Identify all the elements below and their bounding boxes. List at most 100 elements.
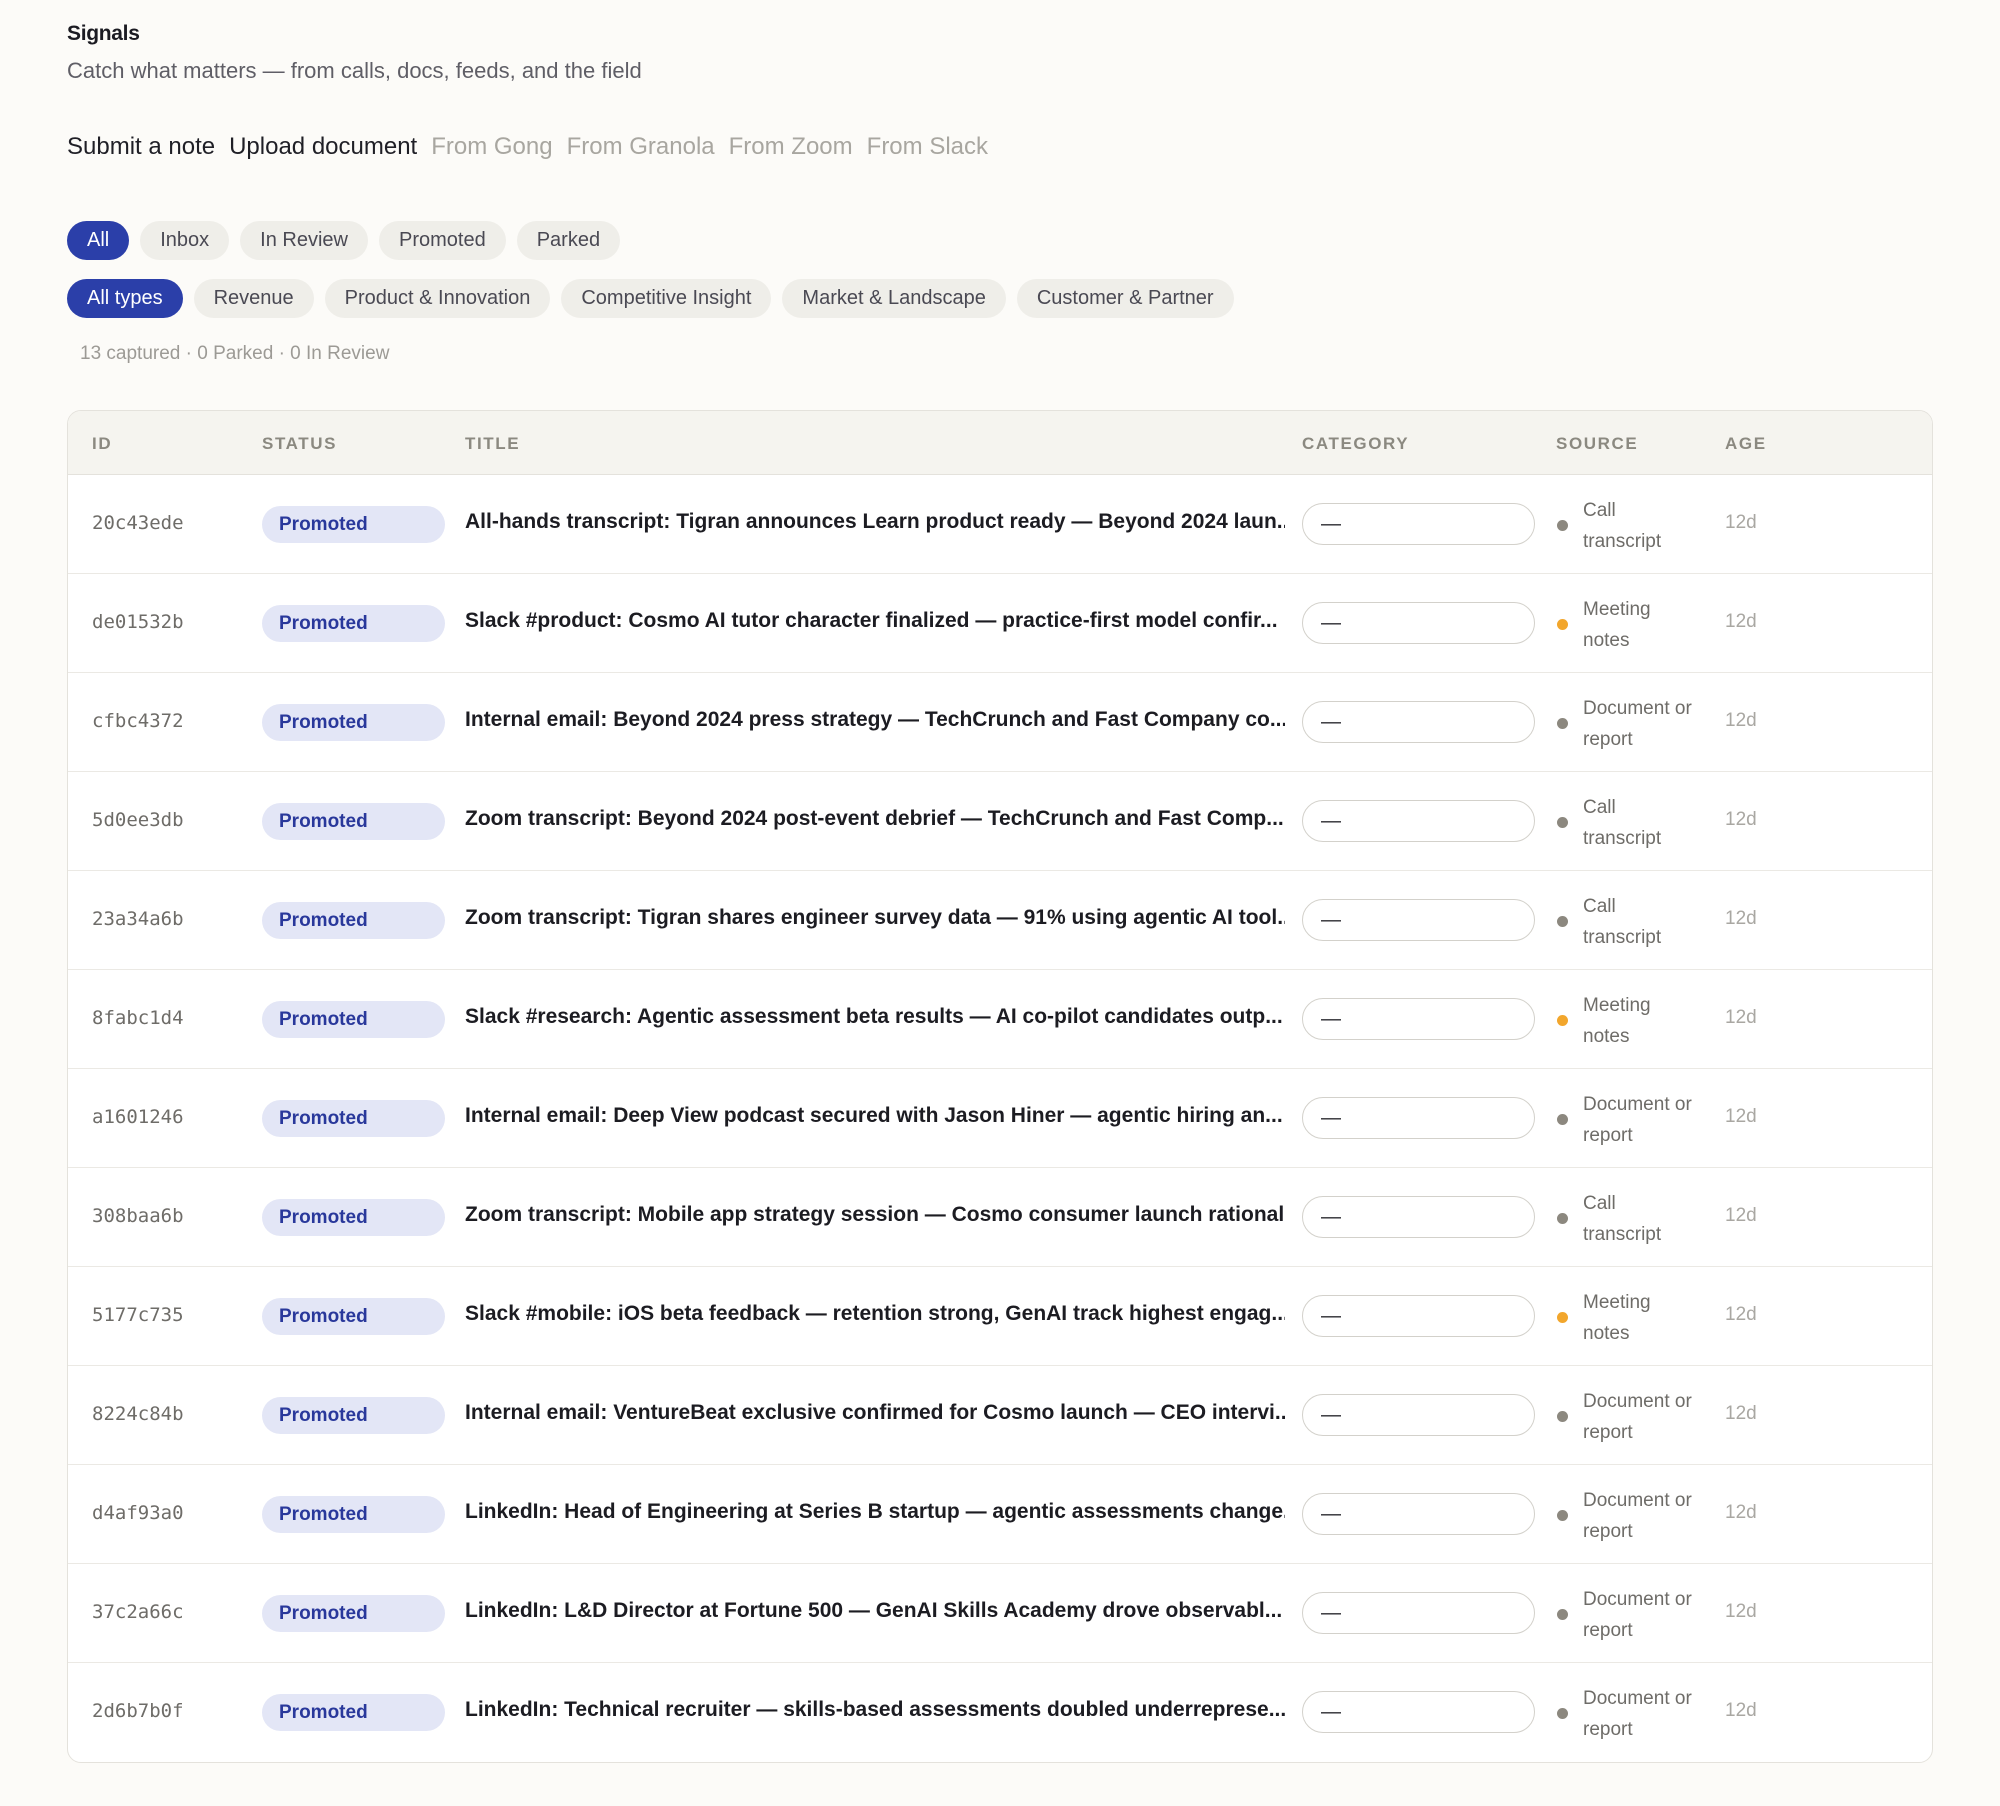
filter-type-competitive-insight[interactable]: Competitive Insight xyxy=(561,279,772,318)
status-badge: Promoted xyxy=(262,704,445,741)
signal-age: 12d xyxy=(1725,1304,1757,1325)
table-body: 20c43ede Promoted All-hands transcript: … xyxy=(68,475,1932,1762)
source-dot-icon xyxy=(1557,1609,1568,1620)
signal-title[interactable]: Slack #research: Agentic assessment beta… xyxy=(465,1005,1285,1029)
filter-status-inbox[interactable]: Inbox xyxy=(140,221,230,260)
signal-counts: 13 captured · 0 Parked · 0 In Review xyxy=(80,343,390,364)
category-select[interactable]: — xyxy=(1302,1394,1535,1436)
source-line-2: notes xyxy=(1583,1026,1630,1047)
from-slack-button[interactable]: From Slack xyxy=(867,133,988,161)
column-header-age[interactable]: AGE xyxy=(1725,434,1767,454)
from-zoom-button[interactable]: From Zoom xyxy=(729,133,853,161)
signal-age: 12d xyxy=(1725,1205,1757,1226)
signal-title[interactable]: Internal email: Beyond 2024 press strate… xyxy=(465,708,1285,732)
source-line-2: report xyxy=(1583,729,1633,750)
signal-title[interactable]: Zoom transcript: Beyond 2024 post-event … xyxy=(465,807,1285,831)
filter-type-market-landscape[interactable]: Market & Landscape xyxy=(782,279,1006,318)
submit-note-button[interactable]: Submit a note xyxy=(67,133,215,161)
source-line-2: notes xyxy=(1583,1323,1630,1344)
category-select[interactable]: — xyxy=(1302,800,1535,842)
source-line-1: Document or xyxy=(1583,698,1692,719)
signal-title[interactable]: Zoom transcript: Mobile app strategy ses… xyxy=(465,1203,1285,1227)
signal-title[interactable]: LinkedIn: L&D Director at Fortune 500 — … xyxy=(465,1599,1285,1623)
table-row[interactable]: a1601246 Promoted Internal email: Deep V… xyxy=(68,1069,1932,1168)
source-line-2: transcript xyxy=(1583,828,1662,849)
table-row[interactable]: 5d0ee3db Promoted Zoom transcript: Beyon… xyxy=(68,772,1932,871)
signal-title[interactable]: Internal email: VentureBeat exclusive co… xyxy=(465,1401,1285,1425)
column-header-title[interactable]: TITLE xyxy=(465,434,520,454)
category-select[interactable]: — xyxy=(1302,1097,1535,1139)
filter-type-all[interactable]: All types xyxy=(67,279,183,318)
source-label: Call transcript xyxy=(1583,495,1713,557)
source-label: Meeting notes xyxy=(1583,990,1713,1052)
filter-status-promoted[interactable]: Promoted xyxy=(378,221,506,260)
table-row[interactable]: 5177c735 Promoted Slack #mobile: iOS bet… xyxy=(68,1267,1932,1366)
signal-title[interactable]: Slack #product: Cosmo AI tutor character… xyxy=(465,609,1285,633)
signal-title[interactable]: Slack #mobile: iOS beta feedback — reten… xyxy=(465,1302,1285,1326)
upload-document-button[interactable]: Upload document xyxy=(229,133,417,161)
source-label: Meeting notes xyxy=(1583,594,1713,656)
source-line-1: Document or xyxy=(1583,1688,1692,1709)
category-select[interactable]: — xyxy=(1302,998,1535,1040)
category-select[interactable]: — xyxy=(1302,1493,1535,1535)
table-row[interactable]: 23a34a6b Promoted Zoom transcript: Tigra… xyxy=(68,871,1932,970)
table-row[interactable]: 8fabc1d4 Promoted Slack #research: Agent… xyxy=(68,970,1932,1069)
table-row[interactable]: 37c2a66c Promoted LinkedIn: L&D Director… xyxy=(68,1564,1932,1663)
signals-table: ID STATUS TITLE CATEGORY SOURCE AGE 20c4… xyxy=(67,410,1933,1763)
table-row[interactable]: 20c43ede Promoted All-hands transcript: … xyxy=(68,475,1932,574)
signal-age: 12d xyxy=(1725,809,1757,830)
source-line-2: report xyxy=(1583,1125,1633,1146)
from-granola-button[interactable]: From Granola xyxy=(567,133,715,161)
status-badge: Promoted xyxy=(262,1100,445,1137)
source-line-1: Call xyxy=(1583,1193,1616,1214)
status-badge: Promoted xyxy=(262,1199,445,1236)
signal-title[interactable]: Internal email: Deep View podcast secure… xyxy=(465,1104,1285,1128)
table-row[interactable]: 308baa6b Promoted Zoom transcript: Mobil… xyxy=(68,1168,1932,1267)
column-header-category[interactable]: CATEGORY xyxy=(1302,434,1409,454)
source-label: Call transcript xyxy=(1583,891,1713,953)
signal-age: 12d xyxy=(1725,1403,1757,1424)
filter-type-revenue[interactable]: Revenue xyxy=(193,279,314,318)
column-header-status[interactable]: STATUS xyxy=(262,434,337,454)
status-badge: Promoted xyxy=(262,506,445,543)
source-dot-icon xyxy=(1557,1312,1568,1323)
signal-age: 12d xyxy=(1725,1700,1757,1721)
table-row[interactable]: cfbc4372 Promoted Internal email: Beyond… xyxy=(68,673,1932,772)
column-header-source[interactable]: SOURCE xyxy=(1556,434,1638,454)
source-dot-icon xyxy=(1557,817,1568,828)
status-badge: Promoted xyxy=(262,1397,445,1434)
table-header: ID STATUS TITLE CATEGORY SOURCE AGE xyxy=(68,411,1932,475)
signal-id: de01532b xyxy=(92,611,184,633)
signal-age: 12d xyxy=(1725,710,1757,731)
category-select[interactable]: — xyxy=(1302,701,1535,743)
source-label: Call transcript xyxy=(1583,1188,1713,1250)
signal-title[interactable]: LinkedIn: Technical recruiter — skills-b… xyxy=(465,1698,1285,1722)
signal-title[interactable]: LinkedIn: Head of Engineering at Series … xyxy=(465,1500,1285,1524)
category-select[interactable]: — xyxy=(1302,899,1535,941)
signal-age: 12d xyxy=(1725,611,1757,632)
filter-status-in-review[interactable]: In Review xyxy=(240,221,368,260)
category-select[interactable]: — xyxy=(1302,1295,1535,1337)
from-gong-button[interactable]: From Gong xyxy=(431,133,552,161)
signal-title[interactable]: Zoom transcript: Tigran shares engineer … xyxy=(465,906,1285,930)
column-header-id[interactable]: ID xyxy=(92,434,112,454)
table-row[interactable]: 8224c84b Promoted Internal email: Ventur… xyxy=(68,1366,1932,1465)
table-row[interactable]: d4af93a0 Promoted LinkedIn: Head of Engi… xyxy=(68,1465,1932,1564)
category-select[interactable]: — xyxy=(1302,602,1535,644)
filter-type-product-innovation[interactable]: Product & Innovation xyxy=(324,279,551,318)
filter-type-customer-partner[interactable]: Customer & Partner xyxy=(1016,279,1234,318)
signal-id: a1601246 xyxy=(92,1106,184,1128)
category-select[interactable]: — xyxy=(1302,1592,1535,1634)
table-row[interactable]: de01532b Promoted Slack #product: Cosmo … xyxy=(68,574,1932,673)
source-dot-icon xyxy=(1557,718,1568,729)
source-line-2: report xyxy=(1583,1719,1633,1740)
source-line-1: Call xyxy=(1583,896,1616,917)
category-select[interactable]: — xyxy=(1302,1196,1535,1238)
source-line-2: transcript xyxy=(1583,1224,1662,1245)
signal-title[interactable]: All-hands transcript: Tigran announces L… xyxy=(465,510,1285,534)
filter-status-parked[interactable]: Parked xyxy=(516,221,621,260)
filter-status-all[interactable]: All xyxy=(67,221,130,260)
category-select[interactable]: — xyxy=(1302,503,1535,545)
category-select[interactable]: — xyxy=(1302,1691,1535,1733)
table-row[interactable]: 2d6b7b0f Promoted LinkedIn: Technical re… xyxy=(68,1663,1932,1762)
